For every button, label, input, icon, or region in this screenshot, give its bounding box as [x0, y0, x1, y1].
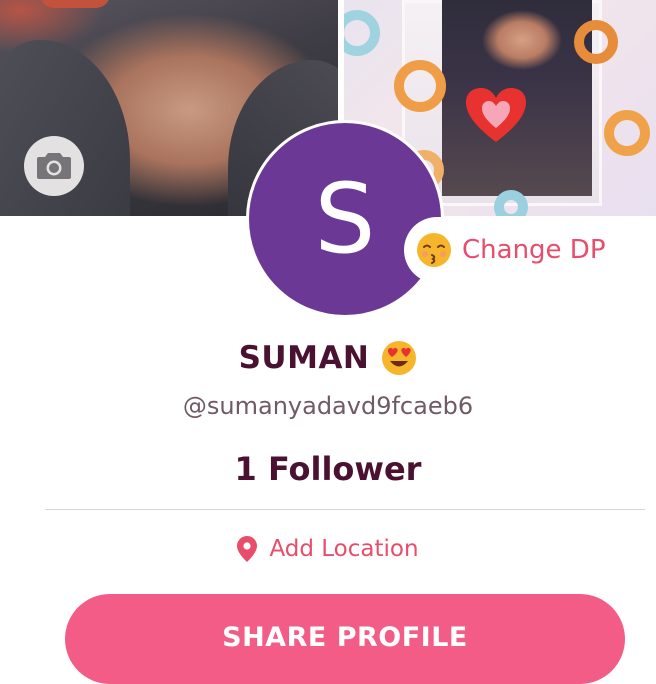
- profile-username: @sumanyadavd9fcaeb6: [182, 392, 474, 420]
- camera-icon: [37, 153, 71, 179]
- change-dp-button[interactable]: Change DP: [404, 217, 656, 283]
- divider: [45, 509, 645, 510]
- profile-name: SUMAN: [238, 340, 370, 376]
- share-profile-label: SHARE PROFILE: [222, 622, 468, 653]
- change-dp-label: Change DP: [462, 235, 606, 265]
- change-cover-button[interactable]: [24, 136, 84, 196]
- heart-eyes-emoji-icon: [382, 341, 417, 375]
- kissing-face-emoji-icon: [417, 233, 451, 267]
- profile-name-row: SUMAN: [0, 340, 656, 376]
- heart-sticker: [466, 88, 526, 142]
- follower-count[interactable]: 1 Follower: [0, 450, 656, 488]
- share-profile-button[interactable]: SHARE PROFILE: [65, 594, 625, 684]
- location-pin-icon: [237, 536, 258, 562]
- profile-avatar[interactable]: S: [246, 120, 444, 318]
- add-location-button[interactable]: Add Location: [0, 536, 656, 562]
- add-location-label: Add Location: [269, 536, 419, 562]
